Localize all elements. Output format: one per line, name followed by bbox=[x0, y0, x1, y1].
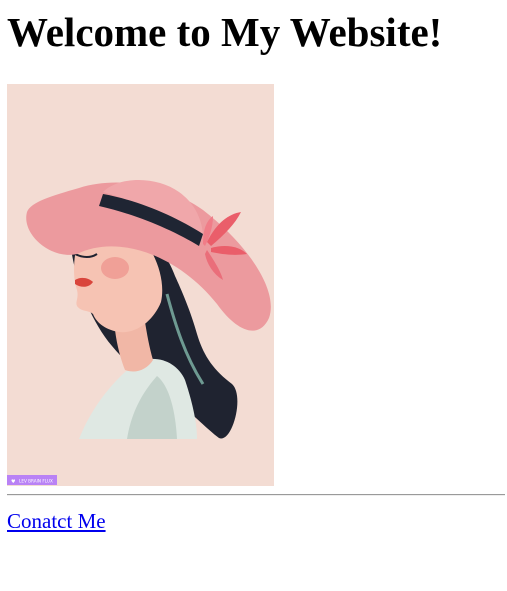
watermark-badge: ♥ LEV BRAIN FLUX bbox=[7, 475, 57, 485]
watermark-badge-text: LEV BRAIN FLUX bbox=[19, 479, 53, 484]
divider bbox=[7, 494, 505, 496]
cheek-blush bbox=[101, 257, 129, 279]
svg-text:♥: ♥ bbox=[11, 479, 16, 485]
page-title: Welcome to My Website! bbox=[7, 9, 443, 55]
hero-illustration-image: ♥ LEV BRAIN FLUX bbox=[7, 84, 274, 486]
contact-me-link[interactable]: Conatct Me bbox=[7, 508, 106, 534]
